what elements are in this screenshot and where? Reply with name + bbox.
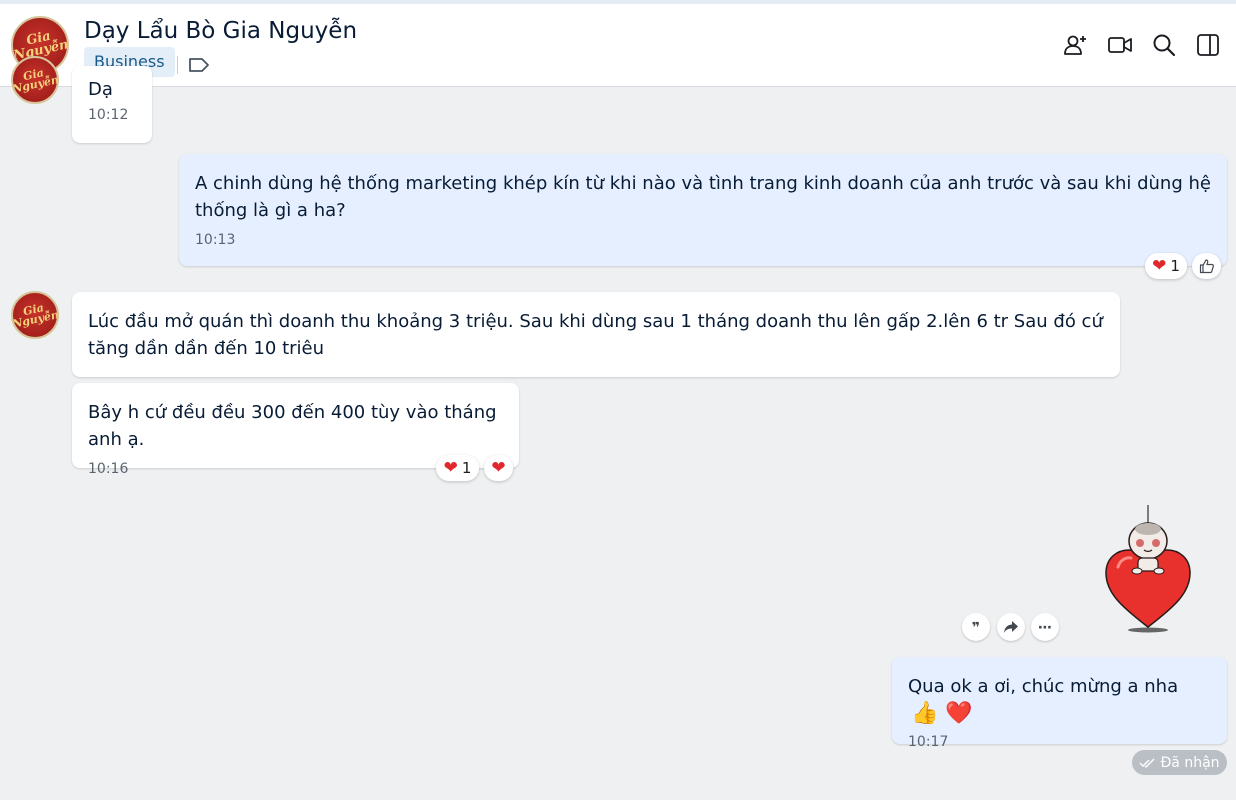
quote-button[interactable]: ❞ [962,613,990,641]
message-time: 10:13 [195,232,236,248]
chat-header: Gia Nguyễn Dạy Lẩu Bò Gia Nguyễn Busines… [0,4,1236,87]
more-options-button[interactable]: ⋯ [1031,613,1059,641]
heart-icon: ❤ [1152,255,1167,276]
tag-icon[interactable] [188,57,210,73]
header-divider [177,56,178,74]
message-text: Lúc đầu mở quán thì doanh thu khoảng 3 t… [88,311,1103,359]
search-icon[interactable] [1151,32,1177,58]
reaction-count: 1 [461,459,472,477]
message-text: Qua ok a ơi, chúc mừng a nha [908,676,1179,697]
message-time: 10:17 [908,734,949,750]
conversation-title[interactable]: Dạy Lẩu Bò Gia Nguyễn [84,18,357,44]
forward-icon [1004,621,1018,633]
avatar-logo-text: Gia Nguyễn [11,66,59,96]
sidebar-toggle-icon[interactable] [1195,32,1221,58]
more-icon: ⋯ [1038,618,1052,635]
reaction-summary[interactable]: ❤ 1 [436,455,479,481]
message-text: Bây h cứ đều đều 300 đến 400 tùy vào thá… [88,402,497,450]
received-status-text: Đã nhận [1160,754,1220,771]
forward-button[interactable] [997,613,1025,641]
message-text: A chinh dùng hệ thống marketing khép kín… [195,173,1211,221]
video-call-icon[interactable] [1107,32,1133,58]
thumbs-up-icon [1199,259,1214,274]
received-status: Đã nhận [1132,750,1227,775]
reaction-summary[interactable]: ❤ 1 [1145,253,1187,279]
message-bubble[interactable]: Lúc đầu mở quán thì doanh thu khoảng 3 t… [72,292,1120,377]
contact-avatar[interactable]: Gia Nguyễn [11,291,59,339]
add-member-icon[interactable] [1063,32,1089,58]
message-time: 10:12 [88,107,129,123]
message-text: Dạ [88,79,113,100]
heart-icon: ❤ [491,457,506,478]
double-check-icon [1139,758,1155,768]
heart-icon: ❤ [443,457,458,478]
avatar-logo-text: Gia Nguyễn [11,301,59,331]
message-bubble[interactable]: Qua ok a ơi, chúc mừng a nha 👍 ❤️ 10:17 [892,657,1227,750]
message-bubble[interactable]: Dạ 10:12 [72,66,152,143]
contact-avatar[interactable]: Gia Nguyễn [11,56,59,104]
like-button[interactable] [1192,253,1221,279]
heart-reaction-button[interactable]: ❤ [484,455,513,481]
reaction-count: 1 [1170,257,1180,275]
message-emoji: 👍 ❤️ [911,701,973,726]
message-bubble[interactable]: A chinh dùng hệ thống marketing khép kín… [179,154,1227,266]
quote-icon: ❞ [971,618,981,635]
heart-character-sticker[interactable] [1100,505,1196,633]
